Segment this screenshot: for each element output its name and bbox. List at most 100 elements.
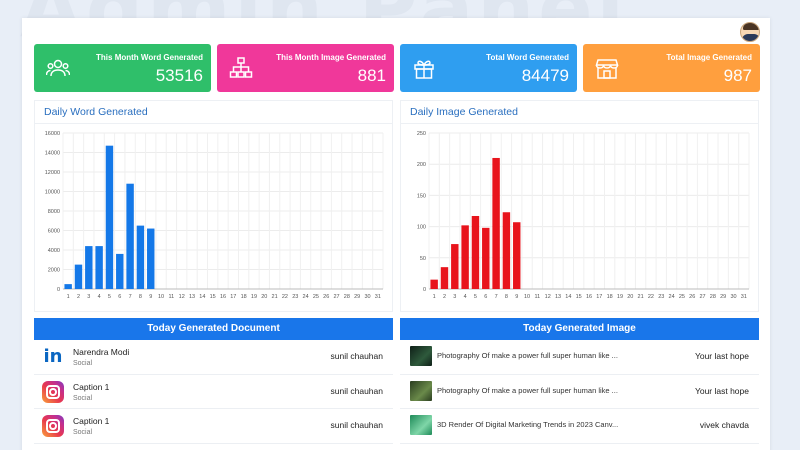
x-tick-label: 20 — [627, 294, 633, 300]
bar — [147, 228, 155, 289]
x-tick-label: 22 — [648, 294, 654, 300]
x-tick-label: 13 — [189, 294, 195, 300]
stat-card-value: 84479 — [521, 66, 569, 85]
bar — [64, 284, 72, 289]
x-tick-label: 2 — [443, 294, 446, 300]
y-tick-label: 150 — [417, 193, 426, 199]
x-tick-label: 30 — [730, 294, 736, 300]
x-tick-label: 18 — [607, 294, 613, 300]
y-tick-label: 200 — [417, 162, 426, 168]
list-item[interactable]: Photography Of make a power full super h… — [400, 340, 759, 375]
image-user: Your last hope — [694, 385, 749, 396]
x-tick-label: 8 — [505, 294, 508, 300]
x-tick-label: 23 — [658, 294, 664, 300]
list-item[interactable]: Caption 1 Social sunil chauhan — [34, 375, 393, 409]
x-tick-label: 12 — [545, 294, 551, 300]
y-tick-label: 16000 — [45, 131, 60, 137]
image-user: vivek chavda — [699, 420, 749, 430]
daily-image-chart: 0501001502002501 2 3 4 5 6 7 8 9 10 11 12 13 14 15 16 17… — [417, 131, 750, 300]
bar — [430, 279, 438, 289]
chart-title: Daily Word Generated — [44, 106, 148, 118]
user-avatar[interactable] — [740, 22, 760, 42]
x-tick-label: 10 — [158, 294, 164, 300]
y-tick-label: 8000 — [48, 209, 60, 215]
daily-word-chart: 02000400060008000100001200014000160001 2 3… — [45, 131, 384, 300]
document-category: Social — [73, 360, 93, 367]
x-tick-label: 19 — [251, 294, 257, 300]
x-tick-label: 29 — [720, 294, 726, 300]
y-tick-label: 250 — [417, 131, 426, 137]
images-list: Photography Of make a power full super h… — [400, 340, 759, 444]
list-item[interactable]: 3D Render Of Digital Marketing Trends in… — [400, 409, 759, 444]
x-tick-label: 31 — [375, 294, 381, 300]
y-tick-label: 14000 — [45, 151, 60, 157]
x-tick-label: 11 — [535, 294, 541, 300]
daily-image-chart-card: Daily Image Generated 0 50 100 150 200 250 1 2 3… — [400, 100, 759, 312]
document-category: Social — [73, 394, 93, 402]
list-item[interactable]: Caption 1 Social sunil chauhan — [34, 409, 393, 444]
bar — [74, 264, 83, 289]
document-user: sunil chauhan — [330, 385, 383, 396]
x-tick-label: 9 — [149, 294, 152, 300]
bar — [502, 212, 511, 289]
stat-card-title: This Month Image Generated — [276, 53, 386, 62]
x-tick-label: 21 — [638, 294, 644, 300]
daily-word-chart-card: Daily Word Generated 0 2000 4000 6000 8000 10… — [34, 100, 393, 312]
x-tick-label: 17 — [230, 294, 236, 300]
x-tick-label: 30 — [364, 294, 370, 300]
x-tick-label: 18 — [241, 294, 247, 300]
y-tick-label: 2000 — [48, 268, 60, 274]
x-tick-label: 27 — [333, 294, 339, 300]
documents-header: Today Generated Document — [34, 318, 393, 340]
x-tick-label: 21 — [272, 294, 278, 300]
y-tick-label: 50 — [420, 256, 426, 262]
x-tick-label: 25 — [679, 294, 685, 300]
list-item[interactable]: Photography Of make a power full super h… — [400, 375, 759, 409]
x-tick-label: 15 — [576, 294, 582, 300]
list-item[interactable]: in Narendra Modi Social sunil chauhan — [34, 340, 393, 375]
image-thumbnail[interactable] — [410, 380, 432, 401]
x-tick-label: 24 — [669, 294, 675, 300]
bar — [116, 253, 124, 289]
instagram-icon — [42, 415, 64, 437]
x-tick-label: 8 — [139, 294, 142, 300]
y-tick-label: 4000 — [48, 248, 60, 254]
x-tick-label: 28 — [710, 294, 716, 300]
x-tick-label: 29 — [354, 294, 360, 300]
stat-card-month-images: This Month Image Generated 881 — [217, 44, 394, 92]
bar — [482, 227, 490, 289]
bar — [492, 157, 500, 289]
x-tick-label: 28 — [344, 294, 350, 300]
y-tick-label: 10000 — [45, 190, 60, 196]
x-tick-label: 15 — [210, 294, 216, 300]
x-tick-label: 16 — [220, 294, 226, 300]
store-icon — [595, 59, 619, 79]
y-tick-label: 12000 — [45, 170, 60, 176]
bar — [85, 246, 93, 289]
bar — [461, 225, 469, 289]
image-thumbnail[interactable] — [410, 415, 432, 435]
stat-card-title: Total Image Generated — [666, 53, 752, 62]
stat-card-title: Total Word Generated — [486, 53, 569, 62]
x-tick-label: 11 — [169, 294, 175, 300]
x-tick-label: 9 — [515, 294, 518, 300]
image-thumbnail[interactable] — [410, 346, 432, 366]
image-prompt: Photography Of make a power full super h… — [437, 351, 618, 360]
x-tick-label: 17 — [596, 294, 602, 300]
x-tick-label: 14 — [565, 294, 571, 300]
image-prompt: 3D Render Of Digital Marketing Trends in… — [437, 420, 619, 429]
image-prompt: Photography Of make a power full super h… — [437, 385, 618, 395]
x-tick-label: 7 — [495, 294, 498, 300]
document-title: Caption 1 — [73, 381, 110, 392]
bar — [440, 267, 449, 289]
document-user: sunil chauhan — [330, 351, 383, 361]
x-tick-label: 5 — [474, 294, 477, 300]
x-tick-label: 23 — [292, 294, 298, 300]
stat-card-total-images: Total Image Generated 987 — [583, 44, 760, 92]
stat-card-value: 53516 — [155, 66, 203, 85]
users-icon — [46, 59, 70, 77]
bar — [513, 222, 521, 289]
x-tick-label: 4 — [98, 294, 101, 300]
bar — [471, 215, 480, 289]
x-tick-label: 25 — [313, 294, 319, 300]
